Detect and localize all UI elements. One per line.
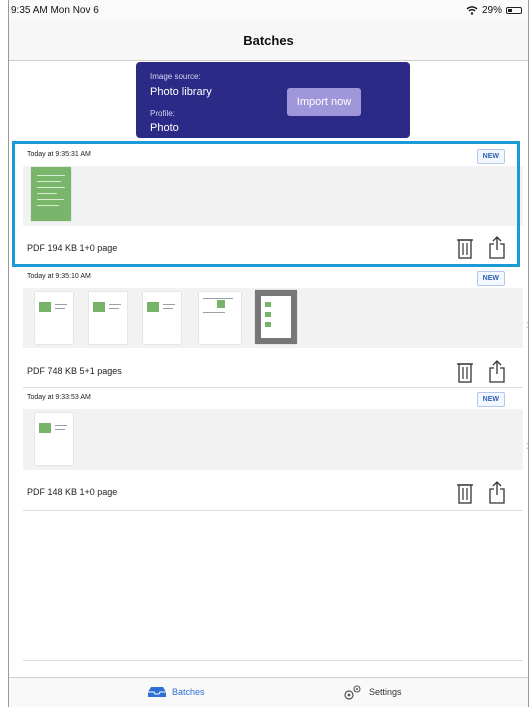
wifi-icon	[466, 6, 478, 15]
tab-settings[interactable]: Settings	[342, 684, 402, 700]
ipad-screen: 9:35 AM Mon Nov 6 29% Batches Image sour…	[8, 0, 529, 707]
share-icon[interactable]	[487, 480, 507, 504]
tab-label: Batches	[172, 687, 205, 697]
profile-label: Profile:	[150, 109, 175, 118]
new-badge: NEW	[476, 271, 505, 286]
new-badge: NEW	[476, 149, 505, 164]
page-thumbnail[interactable]	[143, 292, 181, 344]
page-title: Batches	[243, 32, 294, 48]
page-thumbnail[interactable]	[31, 167, 71, 221]
page-thumbnail[interactable]	[35, 292, 73, 344]
chevron-right-icon[interactable]: ›	[526, 316, 528, 334]
batch-item[interactable]: Today at 9:35:31 AM NEW PDF 194 KB 1+0 p…	[23, 146, 523, 266]
trash-icon[interactable]	[455, 360, 475, 384]
profile-value[interactable]: Photo	[150, 122, 179, 134]
trash-icon[interactable]	[455, 236, 475, 260]
batch-summary: PDF 148 KB 1+0 page	[27, 487, 118, 497]
tab-label: Settings	[369, 687, 402, 697]
page-thumbnail[interactable]	[89, 292, 127, 344]
page-thumbnail[interactable]	[35, 413, 73, 465]
tab-bar: Batches Settings	[9, 677, 528, 707]
batch-timestamp: Today at 9:35:31 AM	[27, 151, 91, 158]
tab-batches[interactable]: Batches	[147, 686, 205, 698]
status-bar: 9:35 AM Mon Nov 6 29%	[9, 0, 528, 20]
batch-item[interactable]: Today at 9:35:10 AM NEW › PDF 748 KB 5+1…	[23, 268, 528, 386]
navigation-bar: Batches	[9, 20, 528, 61]
image-source-label: Image source:	[150, 72, 201, 81]
battery-icon	[506, 6, 522, 14]
thumbnail-strip[interactable]	[23, 288, 523, 348]
trash-icon[interactable]	[455, 481, 475, 505]
row-divider	[23, 510, 523, 511]
status-time: 9:35 AM Mon Nov 6	[11, 4, 99, 16]
batch-item[interactable]: Today at 9:33:53 AM NEW › PDF 148 KB 1+0…	[23, 389, 528, 509]
battery-percent: 29%	[481, 4, 502, 16]
gears-icon	[344, 685, 361, 700]
row-divider	[23, 660, 523, 661]
thumbnail-strip[interactable]	[23, 166, 523, 226]
new-badge: NEW	[476, 392, 505, 407]
tray-icon	[148, 687, 166, 697]
batch-timestamp: Today at 9:33:53 AM	[27, 394, 91, 401]
share-icon[interactable]	[487, 235, 507, 259]
page-thumbnail[interactable]	[255, 290, 297, 344]
batch-summary: PDF 194 KB 1+0 page	[27, 243, 118, 253]
page-thumbnail[interactable]	[199, 292, 241, 344]
import-card: Image source: Photo library Profile: Pho…	[136, 62, 410, 138]
batch-summary: PDF 748 KB 5+1 pages	[27, 366, 122, 376]
thumbnail-strip[interactable]	[23, 409, 523, 470]
row-divider	[23, 387, 523, 388]
chevron-right-icon[interactable]: ›	[526, 437, 528, 455]
share-icon[interactable]	[487, 359, 507, 383]
batch-timestamp: Today at 9:35:10 AM	[27, 273, 91, 280]
image-source-value[interactable]: Photo library	[150, 86, 212, 98]
import-now-button[interactable]: Import now	[287, 88, 361, 116]
